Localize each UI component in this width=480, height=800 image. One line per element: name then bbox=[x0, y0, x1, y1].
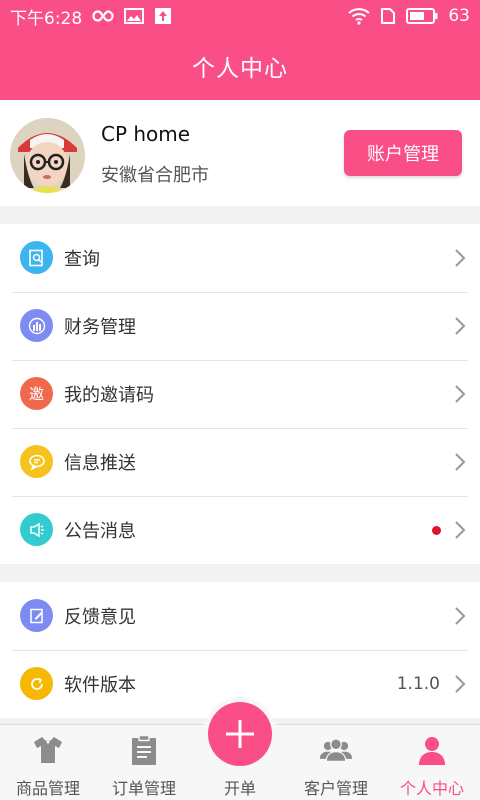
menu-item-finance[interactable]: 财务管理 bbox=[0, 292, 480, 360]
status-time: 下午6:28 bbox=[10, 8, 83, 29]
menu-item-label: 反馈意见 bbox=[64, 607, 136, 628]
tab-label: 客户管理 bbox=[303, 779, 368, 798]
menu-item-label: 软件版本 bbox=[64, 675, 136, 696]
clipboard-icon bbox=[127, 733, 161, 767]
version-value: 1.1.0 bbox=[396, 674, 440, 694]
menu-item-push-info[interactable]: 信息推送 bbox=[0, 428, 480, 496]
chevron-right-icon bbox=[455, 607, 466, 625]
person-icon bbox=[415, 733, 449, 767]
refresh-icon bbox=[20, 667, 53, 700]
menu-item-feedback[interactable]: 反馈意见 bbox=[0, 582, 480, 650]
chevron-right-icon bbox=[455, 317, 466, 335]
battery-icon bbox=[406, 8, 438, 24]
invite-icon: 邀 bbox=[20, 377, 53, 410]
tab-label: 个人中心 bbox=[399, 779, 464, 798]
wifi-icon bbox=[348, 7, 371, 25]
search-doc-icon bbox=[20, 241, 53, 274]
menu-item-label: 查询 bbox=[64, 249, 100, 270]
tab-customer-management[interactable]: 客户管理 bbox=[288, 725, 384, 800]
menu-group-secondary: 反馈意见 软件版本 1.1.0 bbox=[0, 582, 480, 718]
tab-personal-center[interactable]: 个人中心 bbox=[384, 725, 480, 800]
chevron-right-icon bbox=[455, 385, 466, 403]
menu-item-label: 我的邀请码 bbox=[64, 385, 154, 406]
menu-item-label: 财务管理 bbox=[64, 317, 136, 338]
menu-item-label: 信息推送 bbox=[64, 453, 136, 474]
menu-item-query[interactable]: 查询 bbox=[0, 224, 480, 292]
tab-label: 开单 bbox=[223, 779, 256, 798]
tab-order-management[interactable]: 订单管理 bbox=[96, 725, 192, 800]
header: 个人中心 bbox=[0, 32, 480, 100]
profile-name: CP home bbox=[101, 122, 191, 146]
tab-label: 订单管理 bbox=[111, 779, 176, 798]
create-order-plus-button[interactable] bbox=[208, 702, 272, 766]
account-management-button[interactable]: 账户管理 bbox=[344, 130, 462, 176]
menu-item-label: 公告消息 bbox=[64, 521, 136, 542]
feedback-icon bbox=[20, 599, 53, 632]
upload-icon bbox=[154, 7, 172, 25]
infinity-icon bbox=[92, 10, 114, 22]
status-bar: 下午6:28 63 bbox=[0, 0, 480, 32]
chevron-right-icon bbox=[455, 453, 466, 471]
avatar[interactable] bbox=[10, 118, 85, 193]
image-icon bbox=[124, 8, 145, 24]
announcement-icon bbox=[20, 513, 53, 546]
menu-group-main: 查询 财务管理 邀 我的邀请码 信息推送 公告消息 bbox=[0, 224, 480, 564]
menu-item-announcements[interactable]: 公告消息 bbox=[0, 496, 480, 564]
menu-item-invite-code[interactable]: 邀 我的邀请码 bbox=[0, 360, 480, 428]
unread-dot bbox=[432, 526, 441, 535]
chevron-right-icon bbox=[455, 249, 466, 267]
tab-goods-management[interactable]: 商品管理 bbox=[0, 725, 96, 800]
finance-icon bbox=[20, 309, 53, 342]
profile-card: CP home 安徽省合肥市 账户管理 bbox=[0, 100, 480, 206]
battery-level: 63 bbox=[448, 6, 470, 26]
profile-location: 安徽省合肥市 bbox=[101, 165, 209, 186]
page-title: 个人中心 bbox=[192, 56, 288, 82]
sim-icon bbox=[380, 7, 396, 25]
plus-icon bbox=[226, 720, 254, 748]
message-icon bbox=[20, 445, 53, 478]
shirt-icon bbox=[31, 733, 65, 767]
customers-icon bbox=[319, 733, 353, 767]
tab-label: 商品管理 bbox=[15, 779, 80, 798]
chevron-right-icon bbox=[455, 521, 466, 539]
chevron-right-icon bbox=[455, 675, 466, 693]
